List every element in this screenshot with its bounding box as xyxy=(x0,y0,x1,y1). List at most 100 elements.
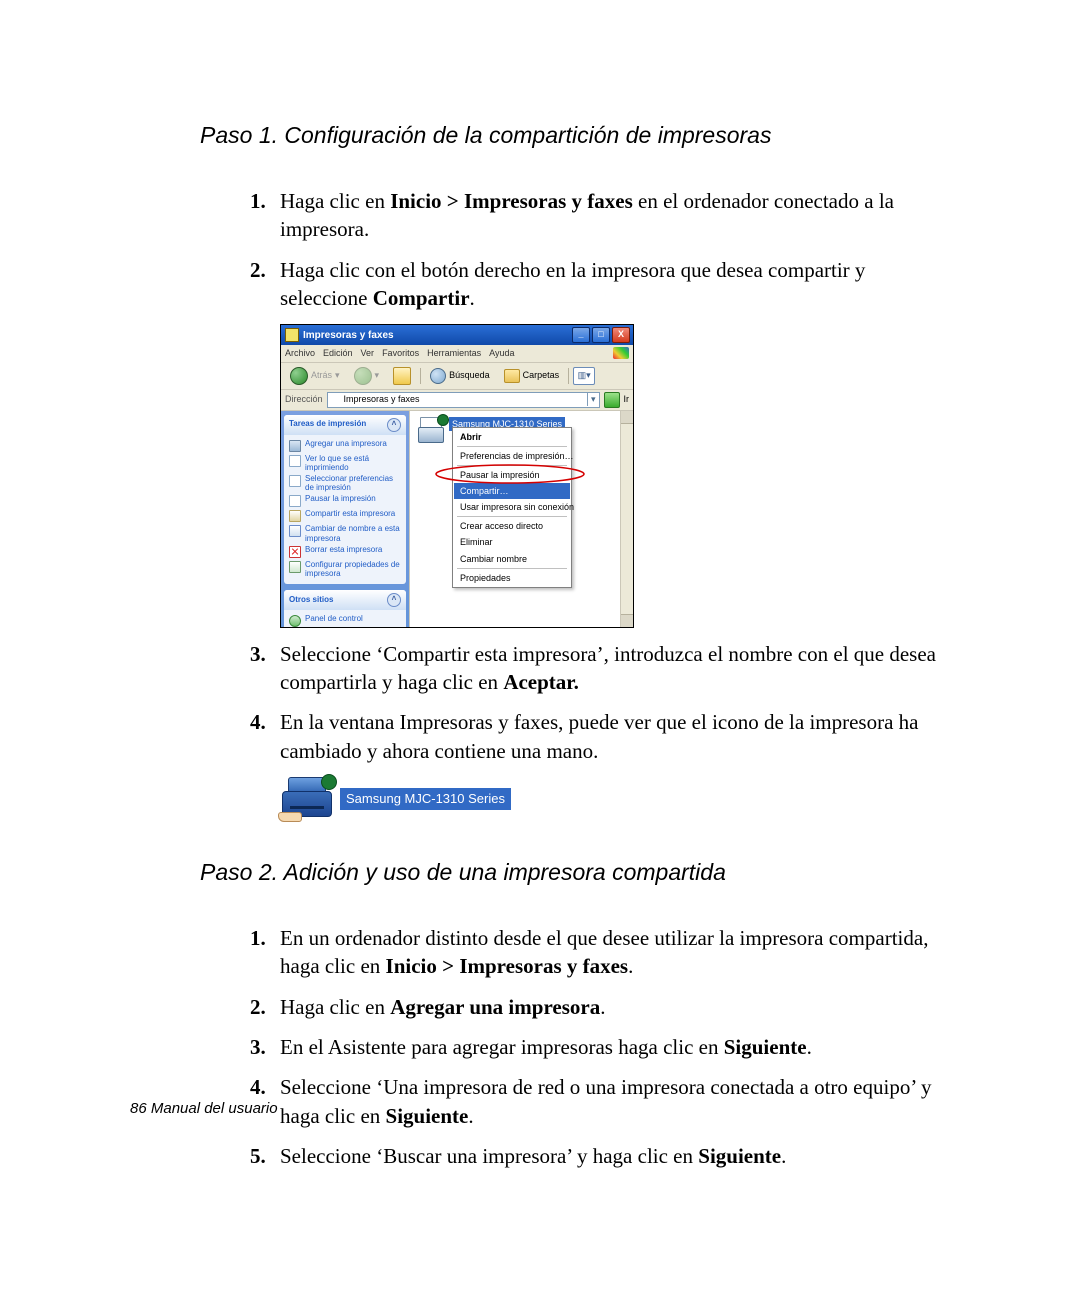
task-pause[interactable]: Pausar la impresión xyxy=(289,493,401,508)
up-button[interactable] xyxy=(388,366,416,386)
section2-steps: 1. En un ordenador distinto desde el que… xyxy=(200,924,950,1170)
back-button[interactable]: Atrás ▾ xyxy=(285,366,345,386)
step-text-bold: Agregar una impresora xyxy=(390,995,600,1019)
forward-arrow-icon xyxy=(354,367,372,385)
step-2-4: 4. Seleccione ‘Una impresora de red o un… xyxy=(250,1073,950,1130)
ctx-preferences[interactable]: Preferencias de impresión… xyxy=(454,448,570,464)
shared-printer-label: Samsung MJC-1310 Series xyxy=(340,788,511,810)
folders-icon xyxy=(504,369,520,383)
pause-icon xyxy=(289,495,301,507)
printers-folder-icon xyxy=(331,395,341,405)
address-input[interactable]: Impresoras y faxes ▾ xyxy=(327,392,600,408)
default-check-icon xyxy=(437,414,449,426)
folders-button[interactable]: Carpetas xyxy=(499,366,565,386)
task-preferences[interactable]: Seleccionar preferencias de impresión xyxy=(289,473,401,493)
preferences-icon xyxy=(289,475,301,487)
xp-toolbar: Atrás ▾ ▾ Búsqueda Carpetas ▥ xyxy=(281,363,633,390)
views-button[interactable]: ▥▾ xyxy=(573,367,595,385)
manual-page: Paso 1. Configuración de la compartición… xyxy=(0,0,1080,1309)
ctx-shortcut[interactable]: Crear acceso directo xyxy=(454,518,570,534)
step-text-pre: Seleccione ‘Compartir esta impresora’, i… xyxy=(280,642,936,694)
other-places-header[interactable]: Otros sitios ˄ xyxy=(284,590,406,610)
task-add-printer[interactable]: Agregar una impresora xyxy=(289,438,401,453)
step-text-bold: Siguiente xyxy=(386,1104,469,1128)
step-num: 1. xyxy=(250,187,266,215)
step-2-5: 5. Seleccione ‘Buscar una impresora’ y h… xyxy=(250,1142,950,1170)
document-icon xyxy=(289,455,301,467)
section1-steps: 1. Haga clic en Inicio > Impresoras y fa… xyxy=(200,187,950,312)
xp-titlebar[interactable]: Impresoras y faxes _ □ X xyxy=(281,325,633,345)
address-value: Impresoras y faxes xyxy=(344,393,420,405)
step-text-pre: Haga clic en xyxy=(280,189,390,213)
step-1-3: 3. Seleccione ‘Compartir esta impresora’… xyxy=(250,640,950,697)
menu-herramientas[interactable]: Herramientas xyxy=(427,347,481,359)
step-num: 5. xyxy=(250,1142,266,1170)
forward-button[interactable]: ▾ xyxy=(349,366,385,386)
figure-shared-printer: Samsung MJC-1310 Series xyxy=(280,777,950,821)
ctx-pause[interactable]: Pausar la impresión xyxy=(454,467,570,483)
step-text: En la ventana Impresoras y faxes, puede … xyxy=(280,710,919,762)
step-text-post: . xyxy=(628,954,633,978)
xp-menubar[interactable]: Archivo Edición Ver Favoritos Herramient… xyxy=(281,345,633,362)
ctx-open[interactable]: Abrir xyxy=(454,429,570,445)
task-properties[interactable]: Configurar propiedades de impresora xyxy=(289,559,401,579)
ctx-use-offline[interactable]: Usar impresora sin conexión xyxy=(454,499,570,515)
ctx-properties[interactable]: Propiedades xyxy=(454,570,570,586)
menu-ver[interactable]: Ver xyxy=(361,347,375,359)
properties-icon xyxy=(289,561,301,573)
share-icon xyxy=(289,510,301,522)
chevron-up-icon: ˄ xyxy=(387,418,401,432)
step-2-3: 3. En el Asistente para agregar impresor… xyxy=(250,1033,950,1061)
step-text-bold: Siguiente xyxy=(724,1035,807,1059)
tasks-panel: Tareas de impresión ˄ Agregar una impres… xyxy=(284,415,406,585)
task-view-queue[interactable]: Ver lo que se está imprimiendo xyxy=(289,453,401,473)
step-1-1: 1. Haga clic en Inicio > Impresoras y fa… xyxy=(250,187,950,244)
search-button[interactable]: Búsqueda xyxy=(425,366,495,386)
ctx-rename[interactable]: Cambiar nombre xyxy=(454,551,570,567)
step-text-pre: Haga clic en xyxy=(280,995,390,1019)
section1-heading: Paso 1. Configuración de la compartición… xyxy=(200,120,950,151)
xp-content-area[interactable]: Samsung MJC-1310 Series Abrir Preferenci… xyxy=(409,411,633,627)
step-text-post: . xyxy=(807,1035,812,1059)
up-folder-icon xyxy=(393,367,411,385)
ctx-delete[interactable]: Eliminar xyxy=(454,534,570,550)
section1-steps-cont: 3. Seleccione ‘Compartir esta impresora’… xyxy=(200,640,950,765)
task-delete[interactable]: Borrar esta impresora xyxy=(289,544,401,559)
step-num: 4. xyxy=(250,1073,266,1101)
step-2-1: 1. En un ordenador distinto desde el que… xyxy=(250,924,950,981)
address-label: Dirección xyxy=(285,393,323,405)
xp-body: Tareas de impresión ˄ Agregar una impres… xyxy=(281,411,633,627)
minimize-button[interactable]: _ xyxy=(572,327,590,343)
tasks-panel-header[interactable]: Tareas de impresión ˄ xyxy=(284,415,406,435)
window-title: Impresoras y faxes xyxy=(303,329,394,343)
back-arrow-icon xyxy=(290,367,308,385)
go-button[interactable] xyxy=(604,392,620,408)
step-text-pre: Haga clic con el botón derecho en la imp… xyxy=(280,258,865,310)
step-num: 2. xyxy=(250,256,266,284)
step-text-post: . xyxy=(781,1144,786,1168)
ctx-share[interactable]: Compartir… xyxy=(454,483,570,499)
step-text-pre: Seleccione ‘Una impresora de red o una i… xyxy=(280,1075,932,1127)
menu-favoritos[interactable]: Favoritos xyxy=(382,347,419,359)
page-footer: 86 Manual del usuario xyxy=(130,1099,278,1119)
close-button[interactable]: X xyxy=(612,327,630,343)
task-share[interactable]: Compartir esta impresora xyxy=(289,508,401,523)
delete-icon xyxy=(289,546,301,558)
scrollbar-vertical[interactable] xyxy=(620,411,633,627)
step-text-post: . xyxy=(600,995,605,1019)
address-dropdown-icon[interactable]: ▾ xyxy=(587,393,596,405)
step-text-pre: Seleccione ‘Buscar una impresora’ y haga… xyxy=(280,1144,698,1168)
menu-ayuda[interactable]: Ayuda xyxy=(489,347,514,359)
step-text-pre: En el Asistente para agregar impresoras … xyxy=(280,1035,724,1059)
step-num: 2. xyxy=(250,993,266,1021)
task-rename[interactable]: Cambiar de nombre a esta impresora xyxy=(289,523,401,543)
step-text-bold: Aceptar. xyxy=(503,670,579,694)
menu-archivo[interactable]: Archivo xyxy=(285,347,315,359)
other-control-panel[interactable]: Panel de control xyxy=(289,613,401,627)
xp-addressbar: Dirección Impresoras y faxes ▾ Ir xyxy=(281,390,633,411)
shared-printer-icon xyxy=(280,777,334,821)
go-label: Ir xyxy=(624,393,630,405)
menu-edicion[interactable]: Edición xyxy=(323,347,353,359)
step-text-bold: Siguiente xyxy=(698,1144,781,1168)
maximize-button[interactable]: □ xyxy=(592,327,610,343)
